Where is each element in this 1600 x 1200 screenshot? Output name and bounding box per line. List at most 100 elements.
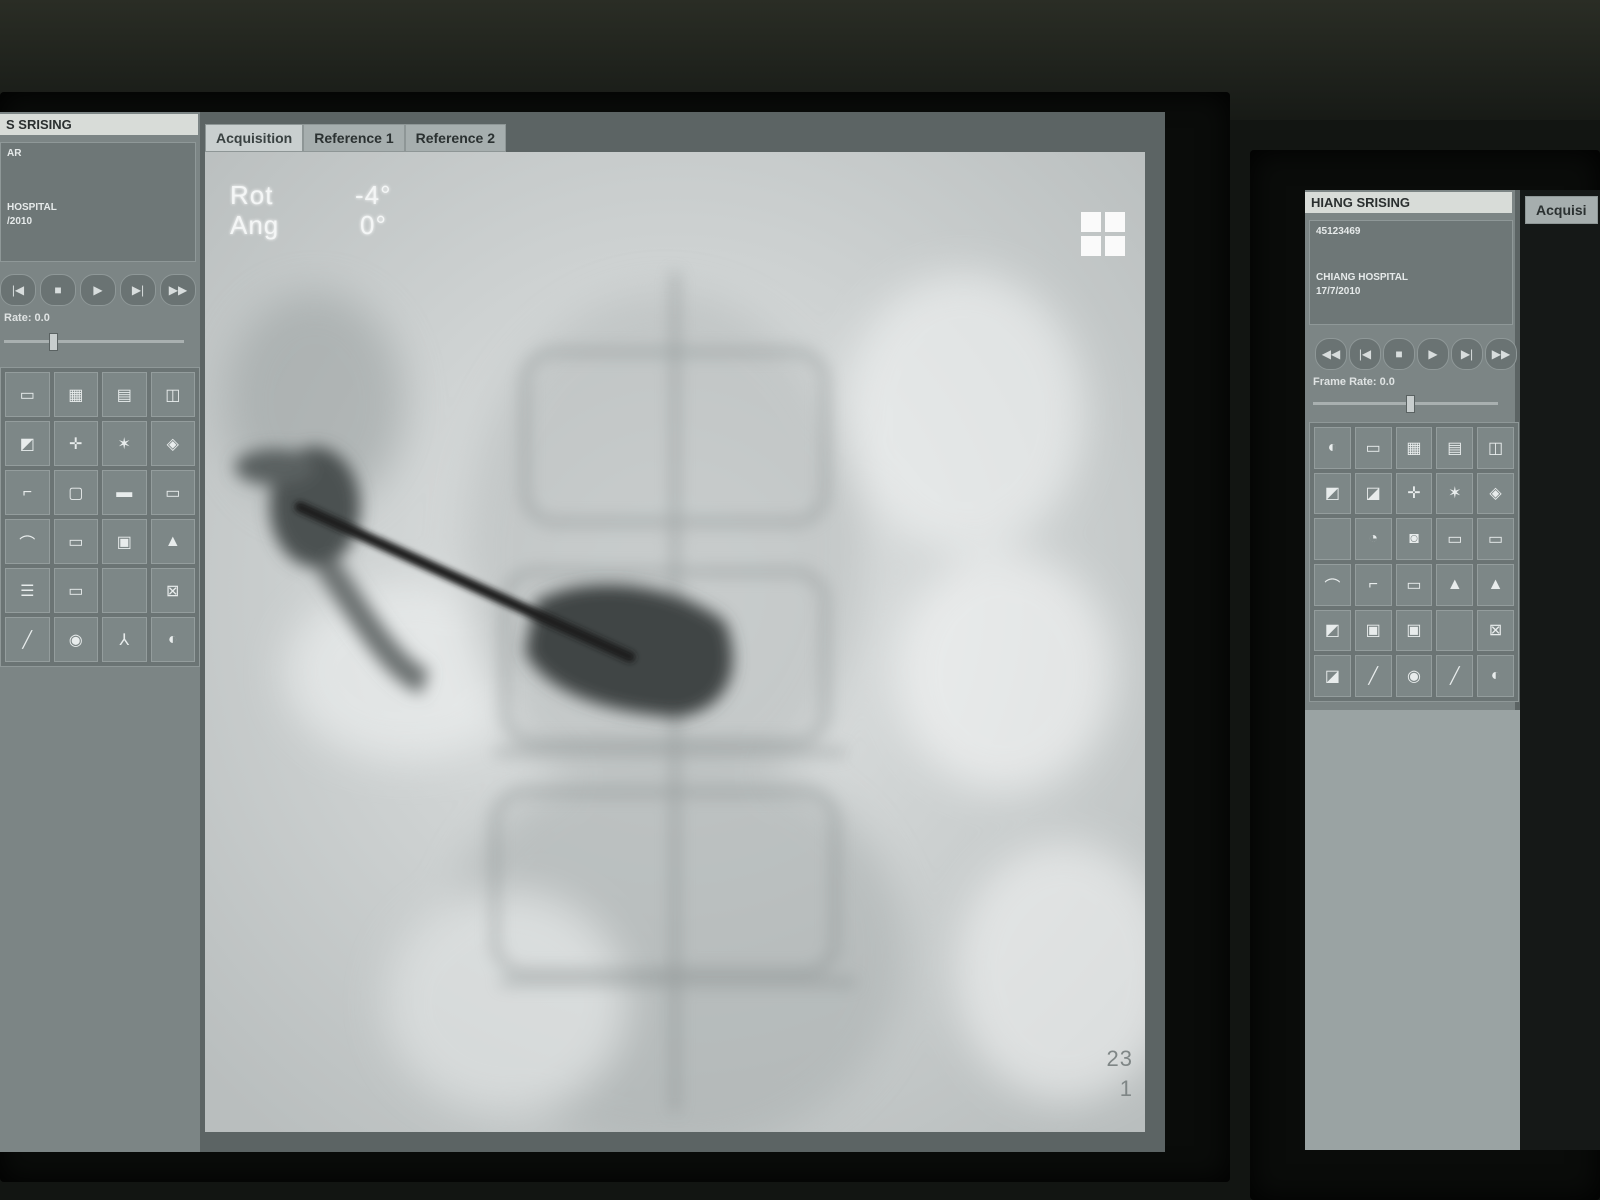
- tool-icon[interactable]: ▤: [1436, 427, 1474, 469]
- frame-rate-slider[interactable]: [4, 340, 184, 343]
- second-patient-info-box: 45123469 CHIANG HOSPITAL 17/7/2010: [1309, 220, 1513, 325]
- second-playback-toolbar: ◀◀ |◀ ■ ▶ ▶| ▶▶: [1315, 338, 1517, 370]
- tool-icon[interactable]: ⌒: [1314, 564, 1351, 606]
- rotation-label: Rot: [230, 180, 274, 210]
- eraser-icon[interactable]: ◉: [53, 617, 98, 662]
- second_monitor-playback-button[interactable]: ▶: [1417, 338, 1449, 370]
- ruler-icon[interactable]: ◫: [150, 372, 195, 417]
- main_monitor-playback-button[interactable]: ▶▶: [160, 274, 196, 306]
- layout-grid-icon[interactable]: [1081, 212, 1125, 256]
- tool-icon[interactable]: ⌐: [1354, 564, 1392, 606]
- patient-info-line: [1316, 239, 1506, 253]
- main_monitor-playback-button[interactable]: ▶|: [120, 274, 156, 306]
- tool-icon[interactable]: ◪: [1314, 655, 1351, 697]
- tool-icon[interactable]: ◐: [1477, 655, 1514, 697]
- second-patient-name: HIANG SRISING: [1305, 192, 1512, 213]
- patient-name: S SRISING: [0, 114, 198, 135]
- shield-icon[interactable]: ◈: [150, 421, 195, 466]
- main_monitor-playback-button[interactable]: ▶: [80, 274, 116, 306]
- cross-box-icon[interactable]: ⊠: [150, 568, 195, 613]
- calendar-icon[interactable]: ▦: [53, 372, 98, 417]
- patient-info-line: 17/7/2010: [1316, 286, 1361, 297]
- tool-icon[interactable]: ◩: [1314, 609, 1351, 652]
- tool-icon[interactable]: ◪: [1354, 472, 1392, 515]
- folder-icon[interactable]: ▭: [5, 372, 50, 417]
- second-tab-acquisition[interactable]: Acquisi: [1525, 196, 1598, 224]
- tool-icon[interactable]: ◫: [1477, 427, 1514, 469]
- tool-icon[interactable]: ▣: [1395, 609, 1433, 652]
- frame-rate-label: Rate: 0.0: [4, 312, 50, 324]
- list-icon[interactable]: ☰: [5, 568, 50, 613]
- patient-info-line: AR: [7, 148, 22, 159]
- frame-rate-slider-handle[interactable]: [49, 333, 58, 351]
- tool-icon[interactable]: ▣: [1354, 609, 1392, 652]
- patient-info-line: [7, 161, 189, 175]
- second-viewer-area: [1520, 190, 1600, 1150]
- tool-icon[interactable]: ▲: [1477, 564, 1514, 606]
- patient-info-line: /2010: [7, 216, 33, 227]
- tool-icon[interactable]: ◔: [1354, 518, 1392, 560]
- tool-icon[interactable]: ⊠: [1477, 609, 1514, 652]
- fluoroscopy-image: [205, 152, 1145, 1132]
- tool-icon[interactable]: ▭: [1477, 518, 1514, 560]
- tool-icon[interactable]: [1314, 518, 1351, 560]
- measure-icon[interactable]: ◩: [5, 421, 50, 466]
- tool-icon[interactable]: [1436, 609, 1474, 652]
- grid-doc-icon[interactable]: ▤: [102, 372, 147, 417]
- angulation-label: Ang: [230, 210, 280, 240]
- tool-icon[interactable]: ▦: [1395, 427, 1433, 469]
- frame-number: 23: [1106, 1046, 1133, 1071]
- box-icon[interactable]: ▭: [53, 568, 98, 613]
- tab-reference-2[interactable]: Reference 2: [404, 124, 507, 152]
- tool-icon[interactable]: ◉: [1395, 655, 1433, 697]
- stack-icon[interactable]: ▣: [102, 519, 147, 564]
- region-icon[interactable]: ▢: [53, 470, 98, 515]
- tool-icon[interactable]: ▲: [1436, 564, 1474, 606]
- frame-sub-number: 1: [1119, 1076, 1133, 1101]
- main_monitor-playback-button[interactable]: |◀: [0, 274, 36, 306]
- second_monitor-playback-button[interactable]: |◀: [1349, 338, 1381, 370]
- tool-icon[interactable]: ✶: [1436, 472, 1474, 515]
- second_monitor-playback-button[interactable]: ▶|: [1451, 338, 1483, 370]
- tool-icon[interactable]: ▭: [1436, 518, 1474, 560]
- second_monitor-playback-button[interactable]: ◀◀: [1315, 338, 1347, 370]
- tab-acquisition[interactable]: Acquisition: [205, 124, 304, 152]
- angulation-value: 0°: [360, 210, 387, 240]
- blank-icon[interactable]: [102, 568, 147, 613]
- crosshair-icon[interactable]: ✛: [53, 421, 98, 466]
- folder-open-icon[interactable]: ▭: [53, 519, 98, 564]
- line-icon[interactable]: ⌒: [5, 519, 50, 564]
- patient-info-line: 45123469: [1316, 226, 1361, 237]
- tool-icon[interactable]: ✛: [1395, 472, 1433, 515]
- tool-icon[interactable]: ╱: [1436, 655, 1474, 697]
- pin-icon[interactable]: ⌐: [5, 470, 50, 515]
- patient-info-box: AR HOSPITAL /2010: [0, 142, 196, 262]
- print-icon[interactable]: ▲: [150, 519, 195, 564]
- wrench-icon[interactable]: ╱: [5, 617, 50, 662]
- star-icon[interactable]: ✶: [102, 421, 147, 466]
- tool-icon[interactable]: ▭: [1354, 427, 1392, 469]
- fluoroscopy-image-viewer[interactable]: Rot -4° Ang 0° 23 1: [205, 152, 1145, 1132]
- rotation-value: -4°: [355, 180, 392, 210]
- tab-reference-1[interactable]: Reference 1: [303, 124, 405, 152]
- tool-icon[interactable]: ◐: [1314, 427, 1351, 469]
- tool-grid: ▭ ▦ ▤ ◫ ◩ ✛ ✶ ◈ ⌐ ▢ ▬ ▭ ⌒ ▭ ▣ ▲ ☰ ▭ ⊠ ╱ ◉ ⅄ ◐: [0, 367, 200, 667]
- second-monitor-screen: HIANG SRISING Acquisi 45123469 CHIANG HO…: [1305, 190, 1600, 1150]
- film-icon[interactable]: ▭: [150, 470, 195, 515]
- second_monitor-playback-button[interactable]: ■: [1383, 338, 1415, 370]
- second_monitor-playback-button[interactable]: ▶▶: [1485, 338, 1517, 370]
- main_monitor-playback-button[interactable]: ■: [40, 274, 76, 306]
- view-tabs: Acquisition Reference 1 Reference 2: [205, 124, 507, 152]
- playback-toolbar: |◀ ■ ▶ ▶| ▶▶: [0, 274, 196, 306]
- second-tool-grid: ◐ ▭ ▦ ▤ ◫ ◩ ◪ ✛ ✶ ◈ ◔ ◙ ▭ ▭ ⌒ ⌐ ▭ ▲ ▲ ◩ ▣ ▣ ⊠ ◪ ╱ ◉ ╱ ◐: [1309, 422, 1519, 702]
- camera-icon[interactable]: ◐: [150, 617, 195, 662]
- second-frame-rate-slider-handle[interactable]: [1405, 395, 1415, 413]
- main-monitor-screen: S SRISING AR HOSPITAL /2010 |◀ ■ ▶ ▶| ▶▶ Rat…: [0, 112, 1165, 1152]
- branch-icon[interactable]: ⅄: [102, 617, 147, 662]
- tool-icon[interactable]: ▭: [1395, 564, 1433, 606]
- tool-icon[interactable]: ◙: [1395, 518, 1433, 560]
- tool-icon[interactable]: ╱: [1354, 655, 1392, 697]
- tool-icon[interactable]: ◈: [1477, 472, 1514, 515]
- tool-icon[interactable]: ◩: [1314, 472, 1351, 515]
- chat-icon[interactable]: ▬: [102, 470, 147, 515]
